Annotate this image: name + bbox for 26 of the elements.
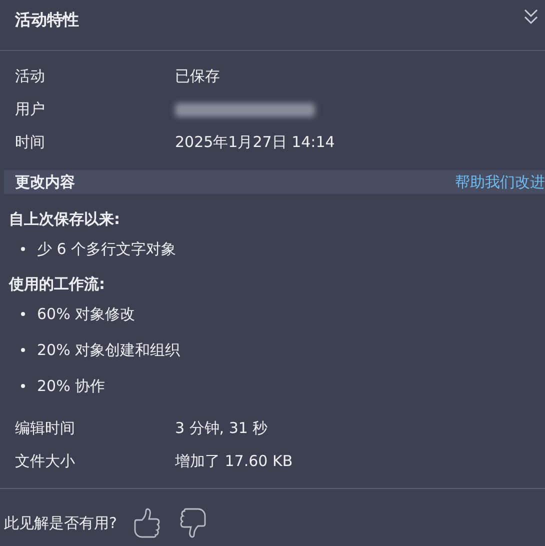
field-label: 活动	[14, 66, 46, 88]
list-item: 20% 对象创建和组织	[37, 340, 180, 361]
stat-label: 文件大小	[14, 451, 76, 472]
field-value: 2025年1月27日 14:14	[175, 132, 335, 154]
group-heading: 使用的工作流:	[8, 274, 106, 295]
list-item: 少 6 个多行文字对象	[37, 238, 176, 260]
list-item: 20% 协作	[37, 376, 106, 397]
field-label: 用户	[14, 99, 46, 120]
stat-value: 增加了 17.60 KB	[175, 451, 293, 472]
bullet-icon	[21, 384, 25, 388]
thumbs-up-icon[interactable]	[132, 508, 161, 538]
bullet-icon	[21, 247, 25, 251]
field-value: 已保存	[175, 66, 220, 88]
help-link[interactable]: 帮助我们改进	[455, 170, 545, 194]
panel-title: 活动特性	[15, 9, 79, 31]
bullet-icon	[21, 348, 25, 352]
group-heading: 自上次保存以来:	[8, 209, 121, 230]
field-label: 时间	[14, 132, 46, 154]
feedback-question: 此见解是否有用?	[4, 512, 117, 534]
collapse-icon[interactable]	[523, 8, 539, 26]
thumbs-down-icon[interactable]	[178, 508, 207, 538]
stat-label: 编辑时间	[14, 418, 76, 440]
bullet-icon	[21, 312, 25, 316]
stat-value: 3 分钟, 31 秒	[175, 418, 268, 440]
section-title: 更改内容	[15, 172, 75, 193]
list-item: 60% 对象修改	[37, 304, 136, 325]
